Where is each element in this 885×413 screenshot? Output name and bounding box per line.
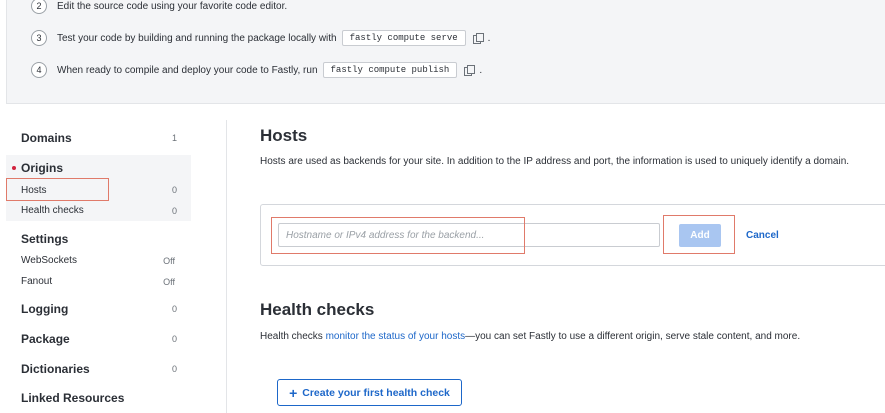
cancel-button[interactable]: Cancel xyxy=(746,230,779,241)
plus-icon: + xyxy=(289,384,298,401)
sidebar-item-websockets[interactable]: WebSockets xyxy=(21,255,77,266)
logging-count: 0 xyxy=(171,304,177,314)
copy-icon[interactable] xyxy=(464,65,476,76)
hosts-count: 0 xyxy=(171,185,177,195)
step-text: Test your code by building and running t… xyxy=(57,32,337,44)
copy-icon[interactable] xyxy=(472,33,484,44)
monitor-hosts-link[interactable]: monitor the status of your hosts xyxy=(326,331,466,342)
step-number: 3 xyxy=(31,30,47,46)
instructions-panel: 2 Edit the source code using your favori… xyxy=(6,0,885,104)
sidebar-item-logging[interactable]: Logging xyxy=(21,302,68,316)
sidebar-item-package[interactable]: Package xyxy=(21,332,70,346)
health-checks-description: Health checks monitor the status of your… xyxy=(260,328,850,346)
websockets-status: Off xyxy=(163,256,175,266)
health-desc-text: Health checks xyxy=(260,331,326,342)
step-3: 3 Test your code by building and running… xyxy=(31,30,490,46)
sidebar-item-linked-resources[interactable]: Linked Resources xyxy=(21,391,124,405)
health-checks-title: Health checks xyxy=(260,300,375,319)
sidebar-item-domains[interactable]: Domains xyxy=(21,131,72,145)
health-desc-text-end: —you can set Fastly to use a different o… xyxy=(465,331,801,342)
command-code: fastly compute serve xyxy=(341,30,466,46)
dictionaries-count: 0 xyxy=(171,364,177,374)
step-2: 2 Edit the source code using your favori… xyxy=(31,0,287,14)
sidebar-item-settings[interactable]: Settings xyxy=(21,232,68,246)
hosts-highlight-box xyxy=(6,178,109,201)
step-text: When ready to compile and deploy your co… xyxy=(57,64,318,76)
sidebar-item-fanout[interactable]: Fanout xyxy=(21,276,52,287)
active-indicator-dot xyxy=(12,166,16,170)
package-count: 0 xyxy=(171,334,177,344)
fanout-status: Off xyxy=(163,277,175,287)
create-health-check-label: Create your first health check xyxy=(302,386,450,399)
step-text: Edit the source code using your favorite… xyxy=(57,0,288,12)
sidebar-divider xyxy=(226,120,227,413)
hosts-description: Hosts are used as backends for your site… xyxy=(260,156,850,167)
sidebar-item-health-checks[interactable]: Health checks xyxy=(21,205,84,216)
step-period: . xyxy=(487,32,491,44)
command-code: fastly compute publish xyxy=(322,62,458,78)
step-4: 4 When ready to compile and deploy your … xyxy=(31,62,482,78)
sidebar-item-origins[interactable]: Origins xyxy=(21,161,63,175)
hosts-title: Hosts xyxy=(260,126,308,145)
step-period: . xyxy=(479,64,483,76)
step-number: 2 xyxy=(31,0,47,14)
domains-count: 1 xyxy=(171,133,177,143)
sidebar-item-dictionaries[interactable]: Dictionaries xyxy=(21,362,90,376)
create-health-check-button[interactable]: + Create your first health check xyxy=(277,379,462,406)
health-checks-count: 0 xyxy=(171,206,177,216)
input-highlight-box xyxy=(271,217,525,254)
step-number: 4 xyxy=(31,62,47,78)
add-highlight-box xyxy=(663,215,735,254)
